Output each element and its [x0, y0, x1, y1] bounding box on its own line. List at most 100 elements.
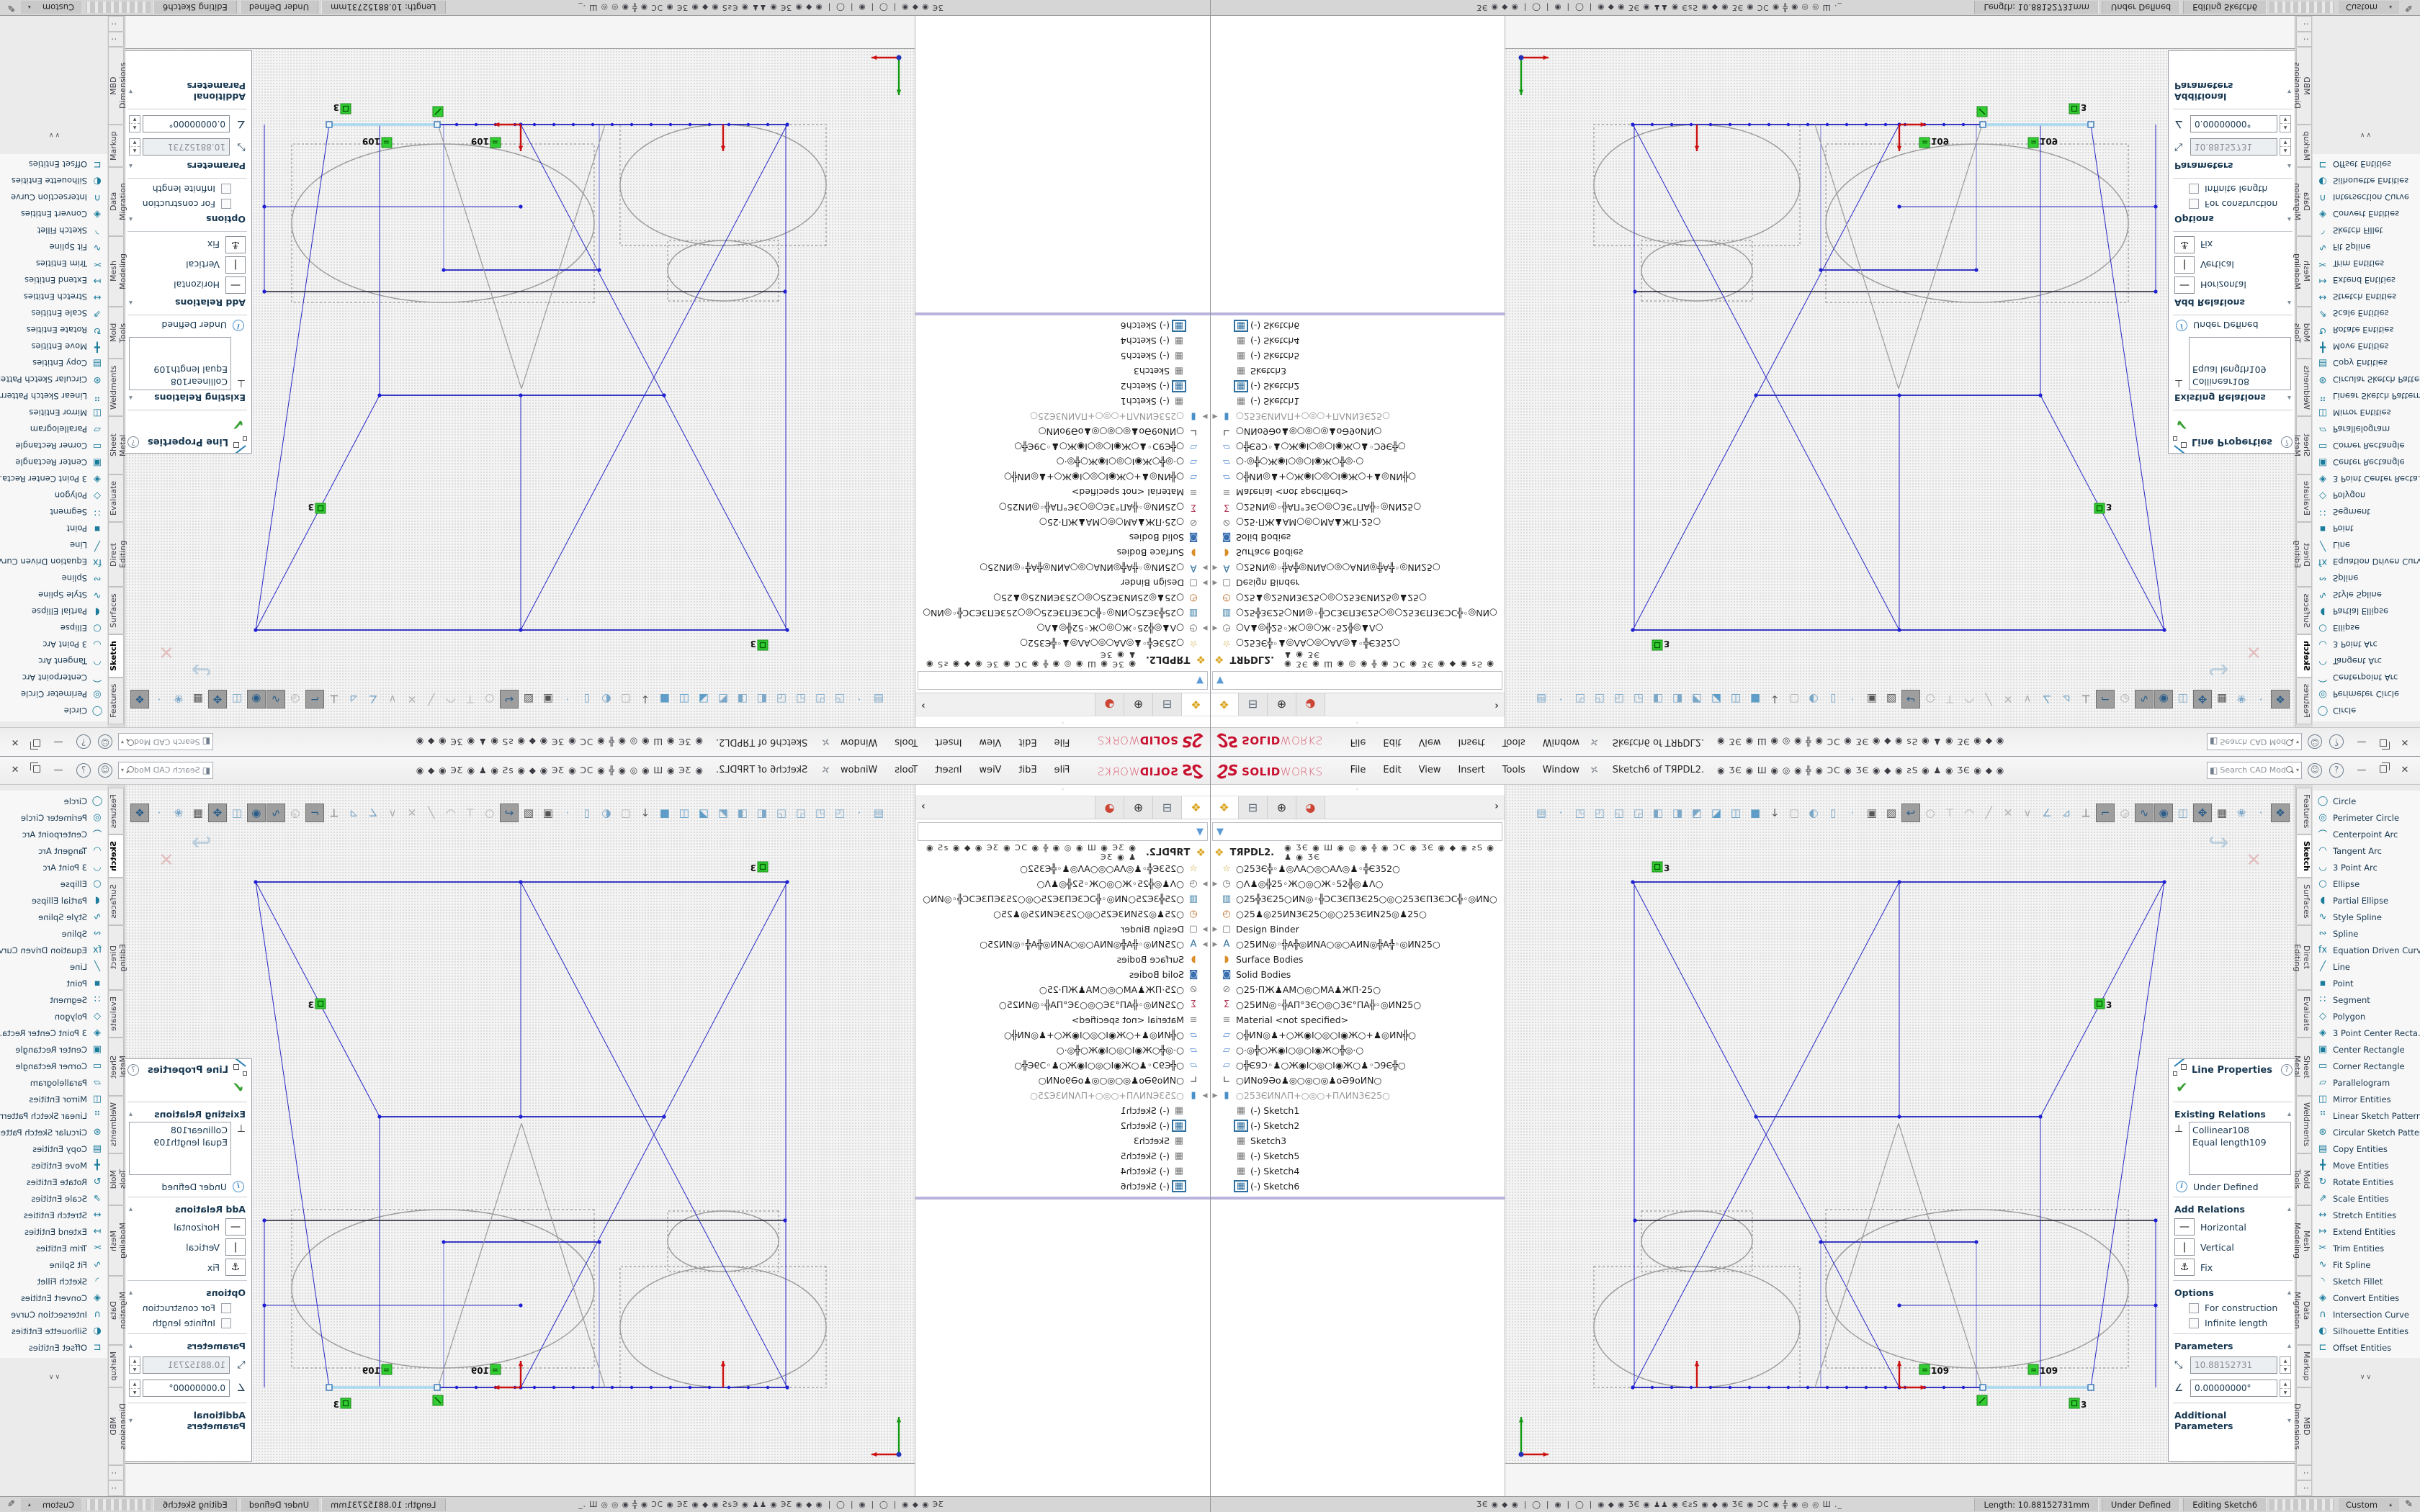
toolbar-icon[interactable]: ◧: [1649, 690, 1667, 708]
collapse-icon[interactable]: ▴: [2287, 1205, 2291, 1213]
toolbar-icon[interactable]: ◳: [1571, 690, 1590, 708]
menu-item[interactable]: Window: [1534, 734, 1588, 750]
tree-row[interactable]: ▱ ○╬ИN◎♟+○Ж◉I○◎○I◉Ж○+♟◎ИN╬○: [915, 469, 1210, 485]
toolbar-icon[interactable]: ◉: [247, 804, 266, 822]
search-icon[interactable]: [2286, 738, 2294, 746]
relation-button[interactable]: —: [225, 1218, 246, 1236]
tree-row[interactable]: ▥ ○25╬3Є25○ИN◎◦╬ƆC3ЄП3Є25○◎○253ЄП3ЄƆC╬◦◎…: [915, 891, 1210, 906]
tool-item[interactable]: ∾ Spline: [2313, 570, 2420, 587]
toolbar-icon[interactable]: ◶: [286, 804, 305, 822]
tree-row[interactable]: ◙ Solid Bodies: [1210, 967, 1505, 982]
relations-list[interactable]: Collinear108Equal length109: [129, 337, 231, 390]
toolbar-icon[interactable]: ·: [558, 804, 577, 822]
search-box[interactable]: ◧ Search CAD Models ▾: [118, 734, 213, 751]
toolbar-icon[interactable]: ▦: [189, 690, 207, 708]
tool-item[interactable]: ▪ Point: [2313, 521, 2420, 537]
panel-expand-chevron[interactable]: ›: [921, 801, 926, 812]
expand-arrow[interactable]: ▶: [1200, 881, 1210, 888]
command-tab[interactable]: Evaluate: [108, 990, 124, 1038]
tool-item[interactable]: ∿ Style Spline: [0, 909, 107, 925]
command-tab[interactable]: Direct Editing: [2296, 522, 2312, 587]
tree-row[interactable]: ▦ (-) Sketch4: [915, 333, 1210, 348]
tree-row[interactable]: ▱ ○╬Є9Ɔ◦♟○Ж◉I○◎○I◉Ж○♟◦Ɔ9Є╬○: [1210, 1058, 1505, 1073]
tree-row[interactable]: ▶ A ○25ИN◎◦╬A╬◎ИNA○◎○AИN◎╬A╬◦◎ИN25○: [1210, 937, 1505, 952]
tree-row[interactable]: ≡ Material <not specified>: [1210, 485, 1505, 500]
manager-tab[interactable]: ❖: [1210, 796, 1239, 819]
toolbar-icon[interactable]: ·: [2251, 804, 2270, 822]
parameter-input[interactable]: 10.88152731: [2190, 1356, 2277, 1374]
tree-root-row[interactable]: ❖ TЯPDL2. ◉ ƷЄ ◉ Ш ◉ ◎ ◉ ╬ ◉ ƆC ◉ ƷЄ ◉ ◆…: [915, 844, 1210, 861]
command-tab[interactable]: Surfaces: [2296, 587, 2312, 634]
panel-collapse-strip[interactable]: ◦: [1210, 785, 1505, 796]
tool-item[interactable]: ◐ Silhouette Entities: [2313, 173, 2420, 189]
tree-row[interactable]: ▦ (-) Sketch5: [915, 348, 1210, 364]
more-tools-chevron[interactable]: ∨∨: [0, 131, 107, 138]
toolbar-icon[interactable]: ∨: [2018, 804, 2037, 822]
toolbar-icon[interactable]: ✕: [1999, 690, 2017, 708]
tree-row[interactable]: ▦ (-) Sketch2: [915, 1118, 1210, 1133]
tree-filter-box[interactable]: ▼: [1212, 671, 1502, 690]
checkbox[interactable]: [2189, 1318, 2199, 1328]
command-tab[interactable]: Sketch: [108, 634, 124, 678]
toolbar-icon[interactable]: ▤: [869, 804, 888, 822]
expand-arrow[interactable]: ▶: [1200, 941, 1210, 948]
command-tab[interactable]: Markup: [2296, 125, 2312, 167]
toolbar-icon[interactable]: ○: [1921, 690, 1940, 708]
toolbar-icon[interactable]: ◪: [694, 690, 713, 708]
tool-item[interactable]: ▱ Parallelogram: [2313, 1074, 2420, 1091]
command-tab[interactable]: Mesh Modeling: [108, 1205, 124, 1275]
command-tab[interactable]: Weldments: [2296, 359, 2312, 416]
tree-row[interactable]: ☆ ○253Є╬◦♟◎ΛA○◎○AΛ◎♟◦╬Є352○: [1210, 861, 1505, 876]
tool-item[interactable]: ▭ Corner Rectangle: [2313, 1058, 2420, 1074]
toolbar-icon[interactable]: ◶: [2115, 804, 2134, 822]
search-dropdown-icon[interactable]: ▾: [121, 739, 124, 745]
menu-item[interactable]: Tools: [1494, 734, 1534, 750]
toolbar-icon[interactable]: ◰: [1590, 690, 1609, 708]
tool-item[interactable]: ◇ Polygon: [2313, 487, 2420, 504]
tool-item[interactable]: ◠ Tangent Arc: [0, 842, 107, 859]
manager-tab[interactable]: ❖: [1181, 796, 1210, 819]
manager-tab[interactable]: ❖: [1210, 693, 1239, 716]
toolbar-icon[interactable]: ▢: [1785, 690, 1803, 708]
tool-item[interactable]: ◈ 3 Point Center Recta...: [0, 471, 107, 487]
collapse-icon[interactable]: ▴: [2287, 1342, 2291, 1350]
annotation-pencil-icon[interactable]: ✎: [2405, 1499, 2413, 1510]
tree-row[interactable]: ▦ (-) Sketch1: [915, 394, 1210, 409]
tool-item[interactable]: ⊏ Offset Entities: [0, 1339, 107, 1356]
toolbar-icon[interactable]: ↓: [1765, 804, 1784, 822]
collapse-icon[interactable]: ▴: [129, 162, 133, 170]
collapse-icon[interactable]: ▴: [129, 1342, 133, 1350]
quick-access-toolbar[interactable]: ◉ ƷЄ ◉ Ш ◉ ◎ ◉ ╬ ◉ ƆC ◉ ƷЄ ◉ ◆ ◉ ƨS ◉ ♟ …: [213, 765, 703, 775]
menu-item[interactable]: Edit: [1010, 734, 1045, 750]
spinner[interactable]: ▲▼: [2280, 115, 2291, 132]
command-tab[interactable]: Mold Tools: [108, 307, 124, 359]
command-tab[interactable]: :: [2296, 32, 2312, 48]
tool-item[interactable]: ╋ Move Entities: [0, 1157, 107, 1174]
tree-row[interactable]: ◙ Solid Bodies: [915, 530, 1210, 545]
tree-row[interactable]: ▥ ○25╬3Є25○ИN◎◦╬ƆC3ЄП3Є25○◎○253ЄП3ЄƆC╬◦◎…: [1210, 891, 1505, 906]
toolbar-icon[interactable]: ◩: [714, 690, 732, 708]
search-box[interactable]: ◧ Search CAD Models ▾: [118, 762, 213, 779]
toolbar-icon[interactable]: ✕: [1999, 804, 2017, 822]
tool-item[interactable]: ∷ Segment: [0, 991, 107, 1008]
tool-item[interactable]: ▤ Copy Entities: [2313, 355, 2420, 372]
toolbar-icon[interactable]: ❀: [2232, 690, 2251, 708]
quick-access-toolbar[interactable]: ◉ ƷЄ ◉ Ш ◉ ◎ ◉ ╬ ◉ ƆC ◉ ƷЄ ◉ ◆ ◉ ƨS ◉ ♟ …: [213, 737, 703, 747]
expand-arrow[interactable]: ▶: [1200, 926, 1210, 933]
command-tab[interactable]: Sheet Metal: [2296, 416, 2312, 474]
toolbar-icon[interactable]: ·: [150, 690, 169, 708]
tool-item[interactable]: ▭ Corner Rectangle: [2313, 438, 2420, 454]
expand-arrow[interactable]: ▶: [1210, 881, 1220, 888]
tool-item[interactable]: ⊛ Circular Sketch Pattern: [0, 372, 107, 388]
quick-access-toolbar[interactable]: ◉ ƷЄ ◉ Ш ◉ ◎ ◉ ╬ ◉ ƆC ◉ ƷЄ ◉ ◆ ◉ ƨS ◉ ♟ …: [1717, 765, 2207, 775]
expand-arrow[interactable]: ▶: [1210, 1092, 1220, 1099]
menu-item[interactable]: Insert: [926, 734, 970, 750]
toolbar-icon[interactable]: ◫: [2174, 804, 2192, 822]
command-tab[interactable]: Markup: [108, 1345, 124, 1387]
tool-item[interactable]: ◫ Mirror Entities: [0, 1091, 107, 1107]
tree-row[interactable]: ▶ ▢ Design Binder: [915, 575, 1210, 590]
menu-item[interactable]: Edit: [1374, 762, 1410, 778]
search-icon[interactable]: [2286, 766, 2294, 774]
command-tab[interactable]: Data Migration: [2296, 167, 2312, 237]
ok-button[interactable]: ✔: [123, 1079, 251, 1099]
